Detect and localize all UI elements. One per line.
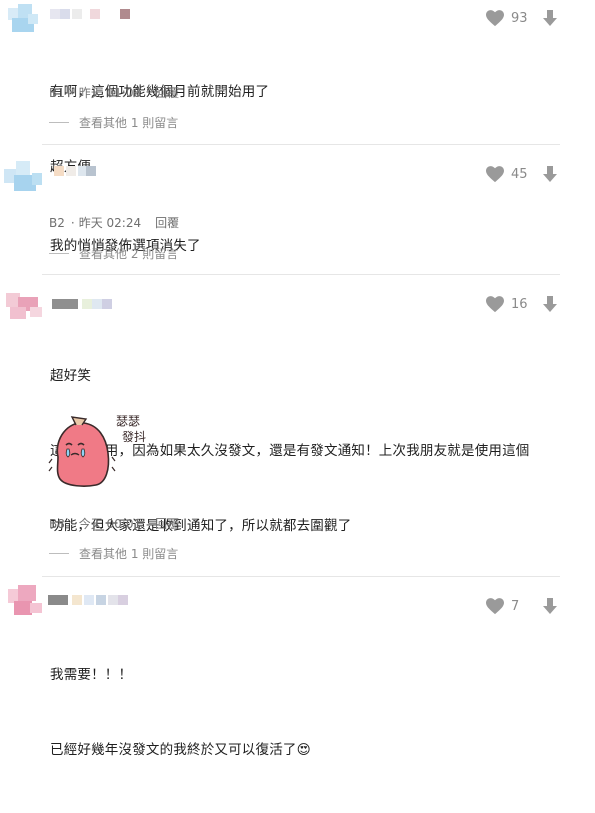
heart-icon[interactable] <box>485 295 505 313</box>
username-blurred[interactable] <box>52 299 112 309</box>
like-count: 45 <box>511 166 528 182</box>
view-more-replies[interactable]: 查看其他 1 則留言 <box>49 545 178 562</box>
reply-button[interactable]: 回覆 <box>155 84 179 101</box>
arrow-down-icon[interactable] <box>541 9 559 27</box>
view-more-replies[interactable]: 查看其他 1 則留言 <box>49 114 178 131</box>
divider <box>42 144 560 145</box>
sticker-image: 瑟瑟 發抖 <box>46 409 146 501</box>
floor-label: B8 <box>49 516 65 531</box>
view-more-label: 查看其他 1 則留言 <box>79 116 179 130</box>
comment-title: 超好笑 <box>50 368 92 384</box>
timestamp: 今天 00:01 <box>78 517 142 531</box>
comment-actions: 93 <box>485 9 559 27</box>
timestamp: 昨天 02:24 <box>78 216 142 230</box>
like-count: 7 <box>511 598 520 614</box>
floor-label: B2 <box>49 215 65 230</box>
username-blurred[interactable] <box>50 9 140 19</box>
comment-actions: 16 <box>485 295 559 313</box>
arrow-down-icon[interactable] <box>541 295 559 313</box>
reply-button[interactable]: 回覆 <box>155 515 179 532</box>
arrow-down-icon[interactable] <box>541 597 559 615</box>
crying-sticker-icon: 瑟瑟 發抖 <box>48 414 146 487</box>
avatar[interactable] <box>4 2 44 42</box>
divider-dash <box>49 553 69 554</box>
comment-line: 我需要！！！ <box>50 667 133 683</box>
view-more-label: 查看其他 1 則留言 <box>79 547 179 561</box>
comment-line: 已經好幾年沒發文的我終於又可以復活了😍 <box>50 742 311 758</box>
heart-icon[interactable] <box>485 165 505 183</box>
username-blurred[interactable] <box>48 595 128 605</box>
sticker-text-line1: 瑟瑟 <box>116 414 140 428</box>
avatar[interactable] <box>4 289 44 329</box>
divider-dash <box>49 253 69 254</box>
username-blurred[interactable] <box>54 166 114 176</box>
avatar[interactable] <box>4 159 44 199</box>
avatar[interactable] <box>4 583 44 623</box>
like-count: 93 <box>511 10 528 26</box>
floor-label: B1 <box>49 85 65 100</box>
comment-meta: B2 · 昨天 02:24 回覆 <box>49 214 180 231</box>
heart-icon[interactable] <box>485 9 505 27</box>
comment-actions: 45 <box>485 165 559 183</box>
timestamp: 昨天 01:08 <box>78 86 142 100</box>
sticker-text-line2: 發抖 <box>122 429 146 444</box>
comment-meta: B8 · 今天 00:01 回覆 <box>49 515 180 532</box>
comment-meta: B1 · 昨天 01:08 回覆 <box>49 84 180 101</box>
reply-button[interactable]: 回覆 <box>155 214 179 231</box>
comment-text: 我需要！！！ 已經好幾年沒發文的我終於又可以復活了😍 <box>50 613 311 813</box>
view-more-label: 查看其他 2 則留言 <box>79 247 179 261</box>
like-count: 16 <box>511 296 528 312</box>
divider <box>42 274 560 275</box>
arrow-down-icon[interactable] <box>541 165 559 183</box>
heart-icon[interactable] <box>485 597 505 615</box>
divider <box>42 576 560 577</box>
divider-dash <box>49 122 69 123</box>
comment-actions: 7 <box>485 597 559 615</box>
view-more-replies[interactable]: 查看其他 2 則留言 <box>49 245 178 262</box>
